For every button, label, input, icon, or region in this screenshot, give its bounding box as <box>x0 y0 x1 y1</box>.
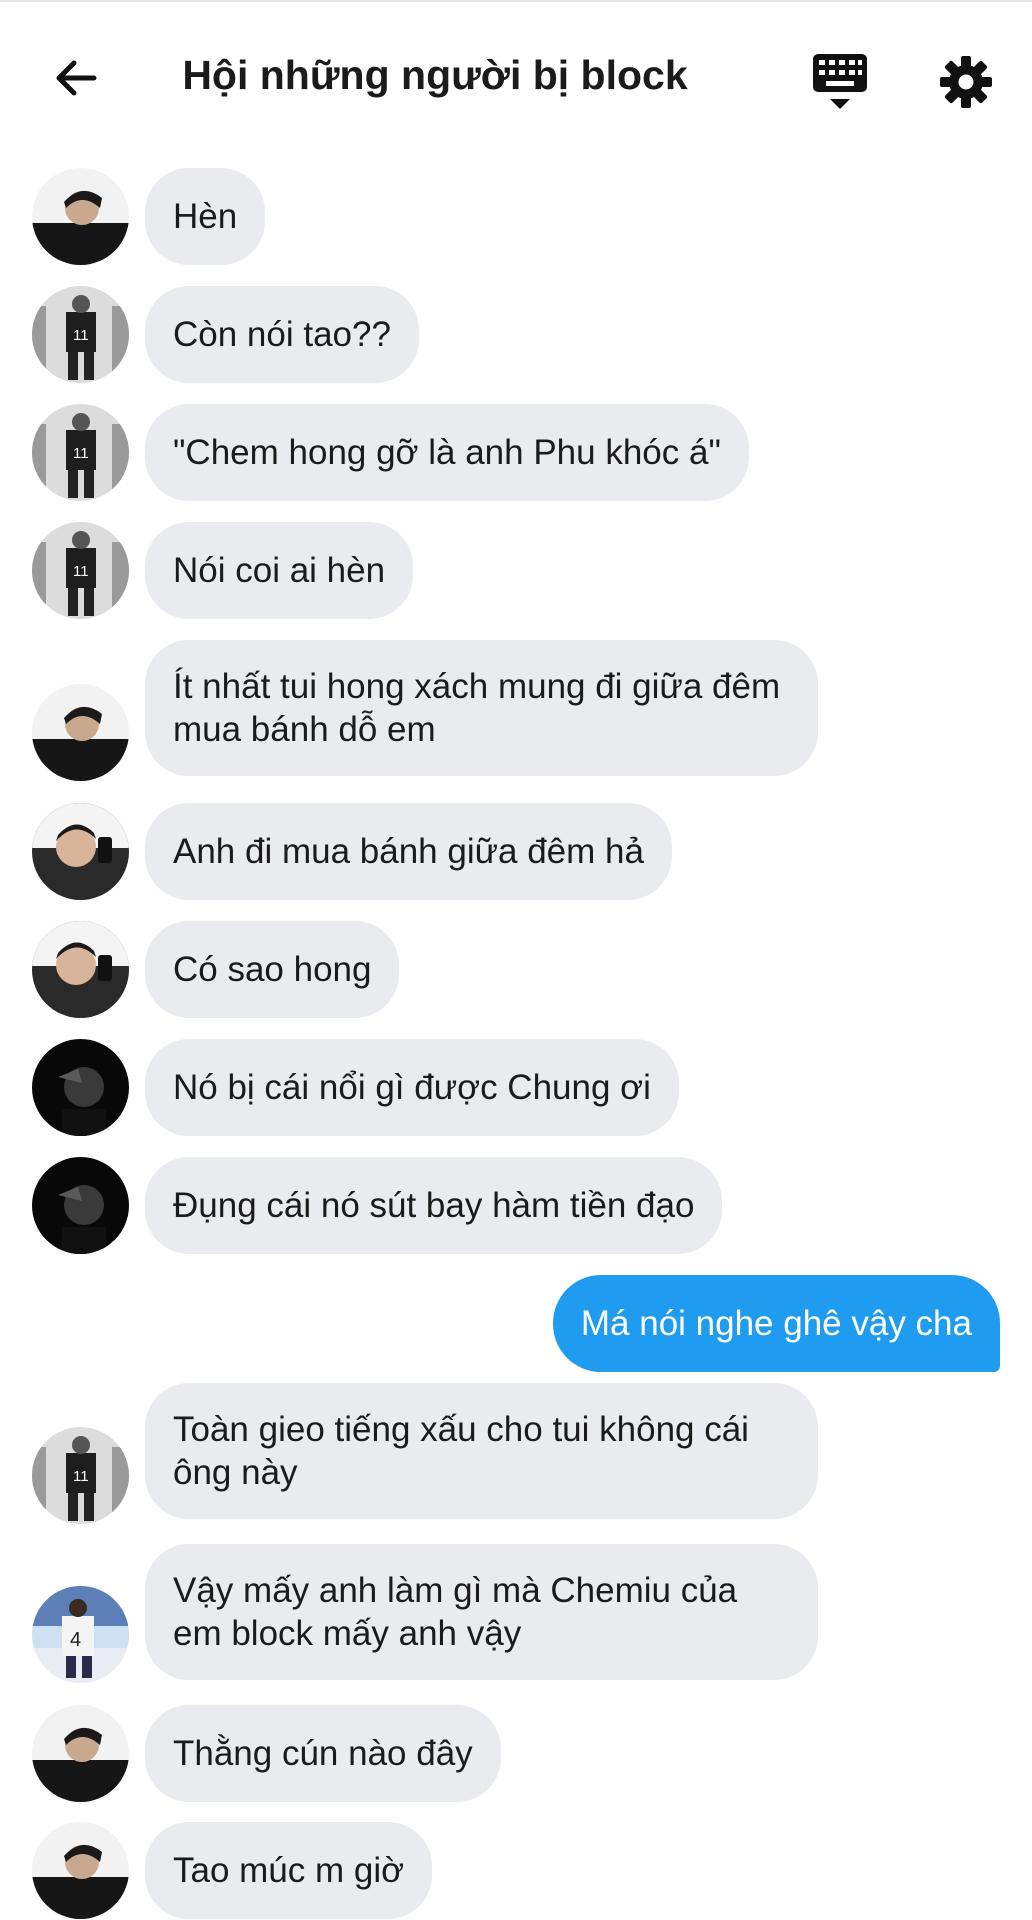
svg-text:11: 11 <box>73 327 89 344</box>
message-bubble-sent[interactable]: Má nói nghe ghê vậy cha <box>552 1275 1000 1372</box>
avatar[interactable] <box>32 684 129 781</box>
svg-text:11: 11 <box>73 445 89 462</box>
message-bubble[interactable]: Có sao hong <box>145 921 400 1018</box>
message-bubble[interactable]: Vậy mấy anh làm gì mà Chemiu của em bloc… <box>145 1544 818 1680</box>
svg-text:11: 11 <box>73 1468 89 1485</box>
message-bubble[interactable]: Tao múc m giờ <box>145 1822 433 1919</box>
avatar[interactable]: 4 <box>32 1586 129 1683</box>
message-list[interactable]: Hèn 11 Còn nói tao?? 11 "Chem hong gỡ là… <box>0 2 1032 1920</box>
svg-text:4: 4 <box>70 1629 81 1651</box>
message-bubble[interactable]: Còn nói tao?? <box>145 286 419 383</box>
message-bubble[interactable]: Thằng cún nào đây <box>145 1705 501 1802</box>
message-bubble[interactable]: Đụng cái nó sút bay hàm tiền đạo <box>145 1157 723 1254</box>
message-bubble[interactable]: Anh đi mua bánh giữa đêm hả <box>145 803 672 900</box>
svg-text:11: 11 <box>73 563 89 580</box>
message-bubble[interactable]: Nó bị cái nổi gì được Chung ơi <box>145 1039 679 1136</box>
avatar[interactable] <box>32 803 129 900</box>
avatar[interactable] <box>32 1039 129 1136</box>
message-bubble[interactable]: Hèn <box>145 168 266 265</box>
avatar[interactable]: 11 <box>32 404 129 501</box>
avatar[interactable] <box>32 168 129 265</box>
avatar[interactable] <box>32 1157 129 1254</box>
avatar[interactable]: 11 <box>32 286 129 383</box>
avatar[interactable] <box>32 1822 129 1919</box>
message-bubble[interactable]: "Chem hong gỡ là anh Phu khóc á" <box>145 404 749 501</box>
chat-screen: Hội những người bị block Hèn 11 Còn nói … <box>0 0 1032 1920</box>
avatar[interactable] <box>32 1705 129 1802</box>
message-bubble[interactable]: Nói coi ai hèn <box>145 522 414 619</box>
avatar[interactable]: 11 <box>32 1427 129 1524</box>
avatar[interactable] <box>32 921 129 1018</box>
avatar[interactable]: 11 <box>32 522 129 619</box>
message-bubble[interactable]: Ít nhất tui hong xách mung đi giữa đêm m… <box>145 640 818 776</box>
message-bubble[interactable]: Toàn gieo tiếng xấu cho tui không cái ôn… <box>145 1383 818 1519</box>
